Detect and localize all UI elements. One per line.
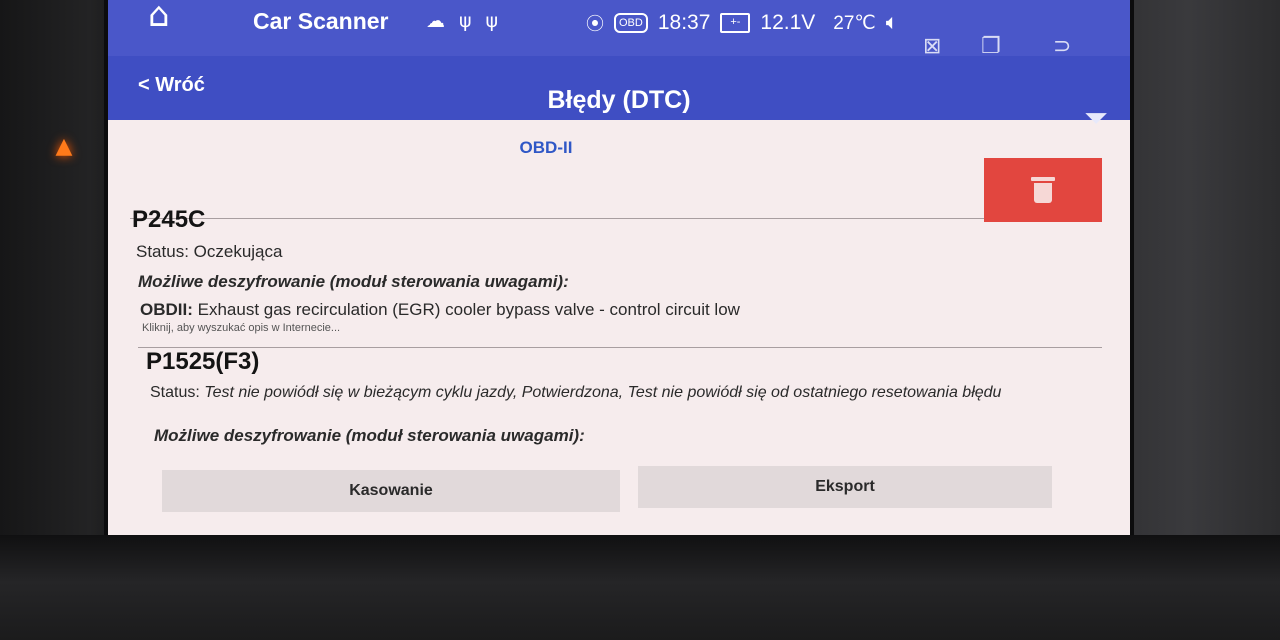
clear-codes-button[interactable]: Kasowanie bbox=[162, 470, 620, 512]
close-window-icon[interactable]: ⊠ bbox=[923, 36, 941, 58]
car-scanner-screen: ⌂ Car Scanner ☁ψψ ⦿ OBD 18:37 +- 12.1V 2… bbox=[108, 0, 1130, 535]
dtc-decode-label: Możliwe deszyfrowanie (moduł sterowania … bbox=[138, 272, 569, 291]
head-unit-bottom-bezel bbox=[0, 535, 1280, 640]
usb-icon: ψ bbox=[459, 10, 486, 32]
temperature-readout: 27℃ bbox=[833, 12, 876, 34]
dtc-status: Status: Oczekująca bbox=[136, 242, 283, 261]
home-icon[interactable]: ⌂ bbox=[148, 0, 192, 34]
dtc-code: P245C bbox=[132, 206, 206, 233]
trash-icon bbox=[1031, 177, 1055, 203]
status-indicators: ⦿ OBD 18:37 +- 12.1V 27℃ 🔈︎ bbox=[586, 10, 898, 36]
dtc-decode-label: Możliwe deszyfrowanie (moduł sterowania … bbox=[154, 426, 585, 445]
dtc-decode-prefix: OBDII: bbox=[140, 300, 193, 319]
delete-button[interactable] bbox=[984, 158, 1102, 222]
page-title: Błędy (DTC) bbox=[547, 86, 691, 114]
voltage-readout: 12.1V bbox=[760, 11, 816, 34]
usb-icon: ψ bbox=[485, 10, 513, 32]
volume-icon[interactable]: 🔈︎ bbox=[886, 11, 899, 35]
dtc-status-text: Test nie powiódł się w bieżącym cyklu ja… bbox=[199, 384, 1002, 401]
clock: 18:37 bbox=[657, 11, 711, 34]
dtc-status-prefix: Status: bbox=[150, 384, 200, 401]
dtc-list: OBD-II P245C Status: Oczekująca Możliwe … bbox=[108, 120, 1130, 535]
battery-icon: +- bbox=[720, 13, 751, 33]
app-name: Car Scanner bbox=[253, 8, 389, 34]
status-bar: ⌂ Car Scanner ☁ψψ ⦿ OBD 18:37 +- 12.1V 2… bbox=[108, 0, 1130, 58]
export-button[interactable]: Eksport bbox=[638, 466, 1052, 508]
dtc-hint: Kliknij, aby wyszukać opis w Internecie.… bbox=[142, 322, 341, 334]
divider bbox=[138, 347, 1102, 348]
recent-apps-icon[interactable]: ❐ bbox=[981, 36, 1001, 58]
app-bar: < Wróć Błędy (DTC) ⏷ bbox=[108, 56, 1130, 136]
cloud-icon: ☁ bbox=[426, 10, 459, 32]
divider bbox=[130, 218, 984, 219]
dtc-decode-text: Exhaust gas recirculation (EGR) cooler b… bbox=[192, 300, 740, 319]
location-icon: ⦿ bbox=[586, 14, 604, 34]
back-icon[interactable]: ⊃ bbox=[1053, 36, 1071, 58]
hazard-lamp-icon: ▲ bbox=[55, 134, 73, 159]
notification-icons: ☁ψψ bbox=[426, 10, 512, 32]
dtc-code: P1525(F3) bbox=[146, 348, 260, 375]
dtc-decode: OBDII: Exhaust gas recirculation (EGR) c… bbox=[140, 300, 740, 320]
chip-icon: OBD bbox=[614, 13, 648, 33]
dtc-status: Status: Test nie powiódł się w bieżącym … bbox=[150, 384, 1030, 402]
section-header: OBD-II bbox=[519, 138, 573, 157]
